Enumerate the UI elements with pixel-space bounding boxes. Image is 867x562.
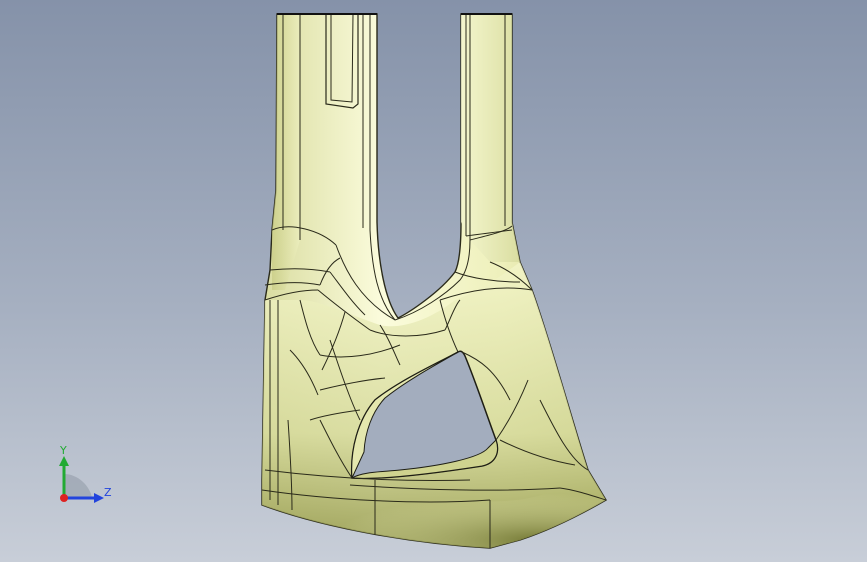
y-axis-arrow-icon	[59, 456, 69, 466]
coordinate-triad[interactable]: Y Z	[48, 440, 118, 510]
origin-icon	[60, 494, 68, 502]
part-model[interactable]	[0, 0, 867, 562]
y-axis-label: Y	[59, 444, 67, 457]
triad-plane-shading	[64, 474, 92, 498]
z-axis-arrow-icon	[94, 493, 104, 503]
graphics-viewport[interactable]: Y Z	[0, 0, 867, 562]
z-axis-label: Z	[104, 486, 112, 499]
